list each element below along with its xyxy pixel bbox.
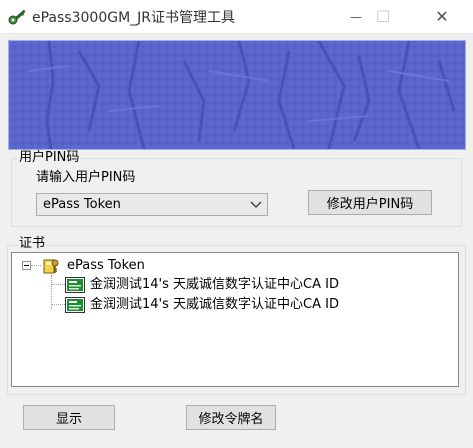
change-token-name-button[interactable]: 修改令牌名 bbox=[186, 405, 276, 430]
tree-node-certificate[interactable]: 金润测试14's 天威诚信数字认证中心CA ID bbox=[12, 276, 432, 293]
token-select[interactable]: ePass Token bbox=[36, 193, 268, 216]
cert-group-label: 证书 bbox=[18, 236, 47, 251]
close-button[interactable]: ✕ bbox=[419, 0, 465, 33]
token-select-value: ePass Token bbox=[43, 197, 121, 212]
app-key-icon bbox=[8, 9, 26, 25]
maximize-button: ☐ bbox=[360, 0, 406, 33]
certificate-label: 金润测试14's 天威诚信数字认证中心CA ID bbox=[90, 297, 339, 312]
show-button[interactable]: 显示 bbox=[23, 405, 115, 430]
banner-pattern bbox=[9, 41, 465, 149]
title-bar: ePass3000GM_JR证书管理工具 — ☐ ✕ bbox=[0, 0, 473, 34]
certificate-tree[interactable]: ePass Token 金润测试14's 天威诚信数字认证中心CA ID 金润测… bbox=[11, 252, 459, 387]
pin-prompt-label: 请输入用户PIN码 bbox=[36, 170, 136, 185]
change-pin-button[interactable]: 修改用户PIN码 bbox=[308, 190, 432, 215]
banner-image bbox=[8, 40, 466, 150]
tree-node-certificate[interactable]: 金润测试14's 天威诚信数字认证中心CA ID bbox=[12, 296, 432, 313]
certificate-label: 金润测试14's 天威诚信数字认证中心CA ID bbox=[90, 277, 339, 292]
certificate-icon bbox=[65, 277, 85, 293]
collapse-icon[interactable] bbox=[22, 261, 31, 270]
show-label: 显示 bbox=[55, 412, 82, 427]
token-key-icon bbox=[43, 259, 59, 274]
change-pin-label: 修改用户PIN码 bbox=[326, 197, 414, 212]
change-token-name-label: 修改令牌名 bbox=[198, 412, 264, 427]
tree-root-label: ePass Token bbox=[67, 258, 145, 273]
tree-node-root[interactable]: ePass Token bbox=[12, 257, 212, 274]
pin-group-label: 用户PIN码 bbox=[18, 150, 81, 165]
window-title: ePass3000GM_JR证书管理工具 bbox=[32, 10, 236, 26]
maximize-icon: ☐ bbox=[375, 7, 391, 26]
certificate-icon bbox=[65, 297, 85, 313]
chevron-down-icon bbox=[250, 201, 262, 208]
close-icon: ✕ bbox=[435, 7, 449, 26]
